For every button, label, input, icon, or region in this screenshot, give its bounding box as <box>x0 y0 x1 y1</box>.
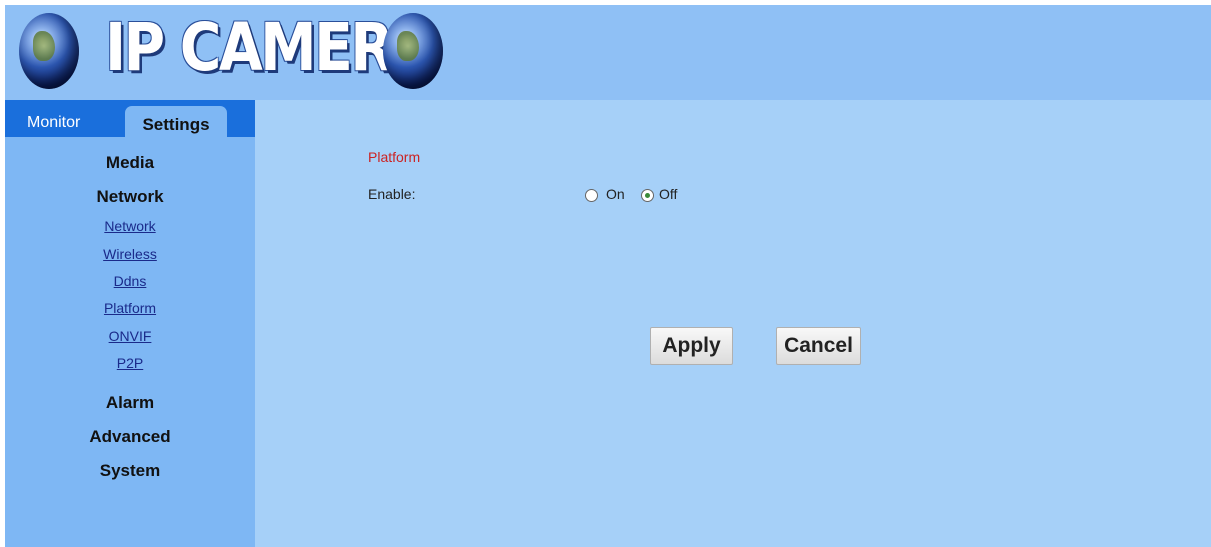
platform-heading: Platform <box>368 149 421 165</box>
page-frame: IP CAMERA Monitor Settings Media Network… <box>5 5 1211 547</box>
sidebar-section-network[interactable]: Network <box>5 187 255 207</box>
sidebar-link-onvif[interactable]: ONVIF <box>5 328 255 344</box>
sidebar-link-p2p[interactable]: P2P <box>5 355 255 371</box>
enable-label: Enable: <box>368 186 416 202</box>
tab-bar: Monitor Settings <box>5 100 255 139</box>
tab-settings[interactable]: Settings <box>125 106 227 139</box>
sidebar-link-ddns[interactable]: Ddns <box>5 273 255 289</box>
sidebar-section-alarm[interactable]: Alarm <box>5 393 255 413</box>
header-banner: IP CAMERA <box>5 5 1211 100</box>
sidebar-section-media[interactable]: Media <box>5 153 255 173</box>
enable-on-radio[interactable] <box>585 189 598 202</box>
tab-monitor[interactable]: Monitor <box>27 114 80 134</box>
enable-on-label[interactable]: On <box>606 186 625 202</box>
apply-button[interactable]: Apply <box>650 327 733 365</box>
sidebar-link-network[interactable]: Network <box>5 218 255 234</box>
enable-off-radio[interactable] <box>641 189 654 202</box>
sidebar-link-wireless[interactable]: Wireless <box>5 246 255 262</box>
enable-off-label[interactable]: Off <box>659 186 677 202</box>
globe-icon <box>19 13 79 89</box>
sidebar-link-platform[interactable]: Platform <box>5 300 255 316</box>
sidebar-section-advanced[interactable]: Advanced <box>5 427 255 447</box>
sidebar-section-system[interactable]: System <box>5 461 255 481</box>
sidebar: Monitor Settings Media Network Network W… <box>5 100 255 547</box>
cancel-button[interactable]: Cancel <box>776 327 861 365</box>
globe-icon <box>383 13 443 89</box>
